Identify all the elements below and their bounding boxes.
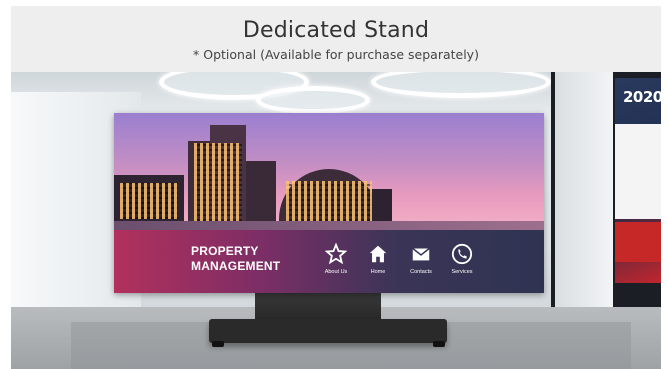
header-bar: Dedicated Stand * Optional (Available fo… [11,6,661,72]
page-title: Dedicated Stand [242,18,430,43]
building-windows [120,183,178,219]
home-icon [369,245,387,263]
display-water [114,221,544,230]
nav-label: Contacts [410,269,432,275]
stand-base [209,319,447,343]
display-title-line1: PROPERTY [191,244,259,258]
stand-foot [212,341,224,347]
building [372,189,392,225]
led-display: PROPERTY MANAGEMENT About Us Home Contac… [114,113,544,293]
building [246,161,276,225]
product-photo: 2020 PROPERTY MANAGEMENT About Us Home C… [11,72,661,369]
envelope-icon [412,247,430,261]
banner-panel [615,124,661,219]
page-subtitle: * Optional (Available for purchase separ… [193,47,479,62]
display-title: PROPERTY MANAGEMENT [191,244,280,274]
nav-label: About Us [324,269,348,275]
star-icon [325,243,347,265]
ceiling-light [256,86,370,114]
banner-year: 2020 [623,88,661,106]
stand-foot [433,341,445,347]
banner-red-stripe [615,222,661,262]
building-windows [194,143,242,221]
nav-label: Services [451,269,473,275]
white-pillar [555,72,613,307]
nav-item-services: Services [440,243,484,275]
building-windows [286,181,372,221]
phone-icon [451,243,473,265]
nav-item-about-us: About Us [314,243,358,275]
display-title-line2: MANAGEMENT [191,259,281,273]
nav-label: Home [370,269,386,275]
nav-item-home: Home [356,243,400,275]
nav-item-contacts: Contacts [399,243,443,275]
